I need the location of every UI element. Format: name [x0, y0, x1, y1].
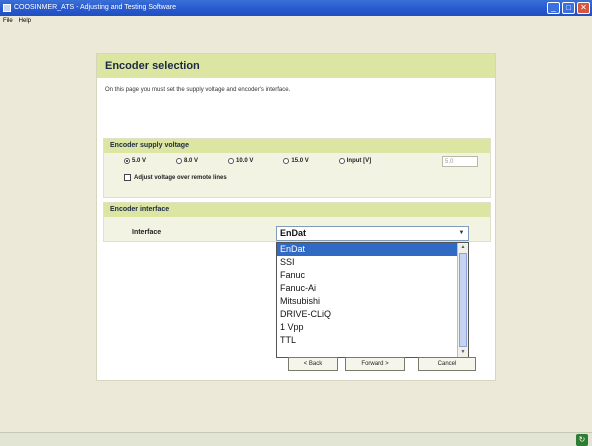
adjust-voltage-checkbox[interactable]: Adjust voltage over remote lines — [124, 174, 227, 181]
network-icon[interactable]: ↻ — [576, 434, 588, 446]
checkbox-box — [124, 174, 131, 181]
radio-dot — [176, 158, 183, 164]
scrollbar-thumb[interactable] — [459, 253, 467, 347]
radio-label: 5.0 V — [132, 158, 147, 164]
forward-button[interactable]: Forward > — [345, 357, 405, 371]
radio-dot — [283, 158, 290, 164]
menu-help[interactable]: Help — [19, 16, 31, 26]
radio-label: 8.0 V — [184, 158, 199, 164]
radio-15v[interactable]: 15.0 V — [283, 158, 309, 164]
radio-label: 15.0 V — [291, 158, 309, 164]
checkbox-label: Adjust voltage over remote lines — [134, 174, 227, 181]
radio-label: Input [V] — [346, 158, 372, 164]
radio-input-v[interactable]: Input [V] — [338, 158, 372, 164]
title-bar: COOSINMER_ATS - Adjusting and Testing So… — [0, 0, 592, 16]
dropdown-item-fanuc-ai[interactable]: Fanuc-Ai — [277, 282, 468, 295]
app-icon — [3, 4, 11, 12]
dropdown-item-1vpp[interactable]: 1 Vpp — [277, 321, 468, 334]
window-title: COOSINMER_ATS - Adjusting and Testing So… — [14, 4, 176, 11]
dropdown-item-fanuc[interactable]: Fanuc — [277, 269, 468, 282]
voltage-input[interactable]: 5.0 — [442, 156, 478, 167]
interface-label: Interface — [132, 229, 162, 236]
radio-10v[interactable]: 10.0 V — [228, 158, 253, 164]
menu-bar: File Help — [0, 16, 592, 26]
back-button[interactable]: < Back — [288, 357, 338, 371]
minimize-button[interactable]: _ — [547, 2, 560, 14]
chevron-down-icon[interactable]: ▼ — [456, 228, 467, 239]
status-bar: ↻ — [0, 432, 592, 446]
radio-dot — [124, 158, 130, 164]
page-description: On this page you must set the supply vol… — [105, 87, 291, 93]
interface-select[interactable]: EnDat ▼ — [276, 226, 469, 241]
dropdown-item-mitsubishi[interactable]: Mitsubishi — [277, 295, 468, 308]
window-controls: _ □ ✕ — [547, 2, 590, 14]
menu-file[interactable]: File — [3, 16, 13, 26]
cancel-button[interactable]: Cancel — [418, 357, 476, 371]
supply-voltage-title: Encoder supply voltage — [104, 139, 490, 153]
radio-5v[interactable]: 5.0 V — [124, 158, 146, 164]
arrow-down-icon[interactable]: ▼ — [458, 348, 468, 357]
radio-8v[interactable]: 8.0 V — [176, 158, 198, 164]
radio-dot — [338, 158, 345, 164]
interface-dropdown-list: EnDat SSI Fanuc Fanuc-Ai Mitsubishi DRIV… — [276, 242, 469, 358]
dropdown-item-ssi[interactable]: SSI — [277, 256, 468, 269]
interface-select-value: EnDat — [280, 228, 307, 238]
voltage-radio-group: 5.0 V 8.0 V 10.0 V 15.0 V Input [V] — [124, 158, 401, 164]
radio-dot — [228, 158, 235, 164]
close-button[interactable]: ✕ — [577, 2, 590, 14]
dropdown-scrollbar[interactable]: ▲ ▼ — [457, 243, 468, 357]
encoder-interface-title: Encoder interface — [104, 203, 490, 217]
radio-label: 10.0 V — [236, 158, 254, 164]
supply-voltage-section: Encoder supply voltage 5.0 V 8.0 V 10.0 … — [103, 138, 491, 198]
page-title: Encoder selection — [97, 54, 495, 78]
dropdown-item-ttl[interactable]: TTL — [277, 334, 468, 347]
maximize-button[interactable]: □ — [562, 2, 575, 14]
dropdown-item-drive-cliq[interactable]: DRIVE-CLiQ — [277, 308, 468, 321]
dropdown-item-endat[interactable]: EnDat — [277, 243, 468, 256]
arrow-up-icon[interactable]: ▲ — [458, 243, 468, 252]
